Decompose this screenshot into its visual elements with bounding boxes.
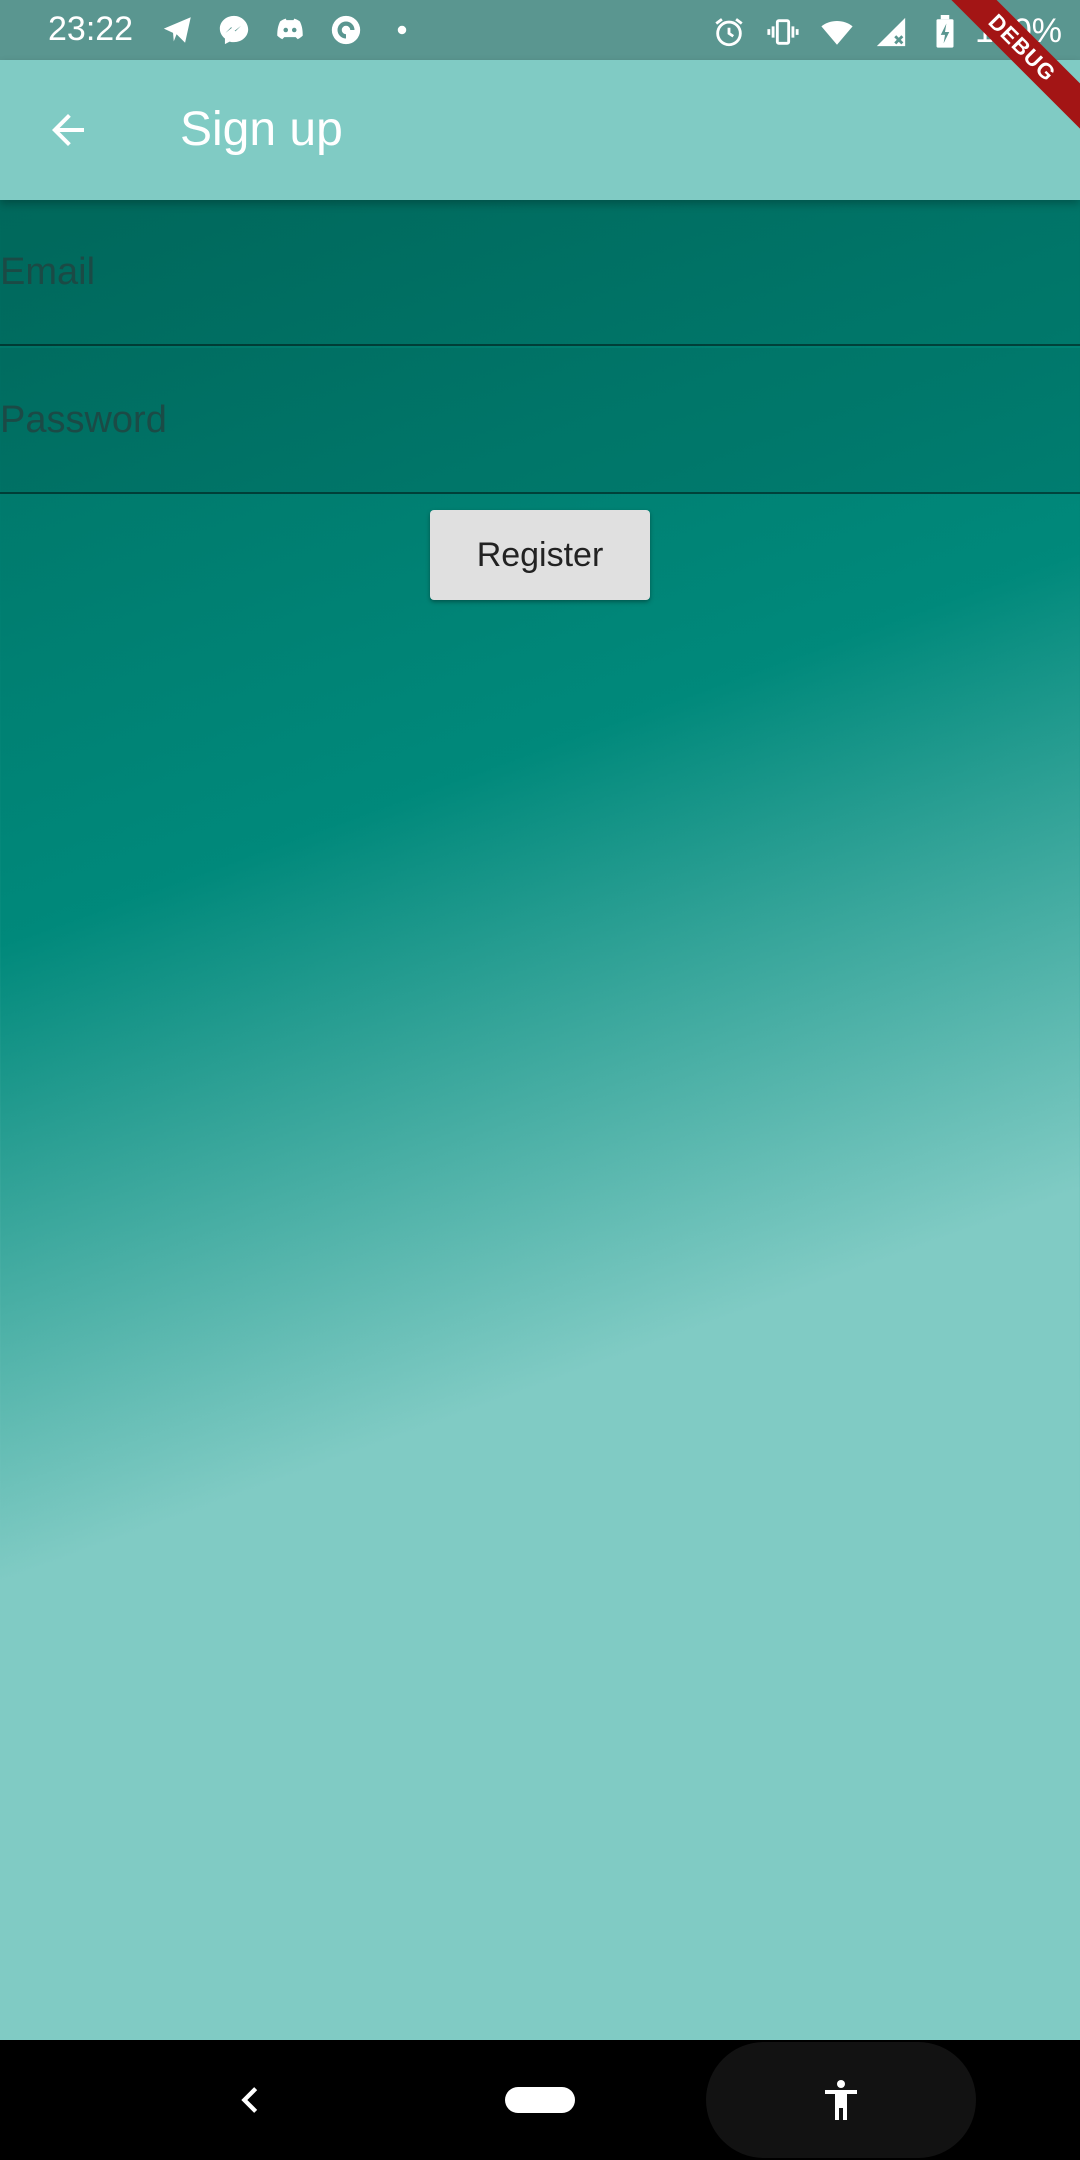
email-field-container bbox=[0, 200, 1080, 346]
home-pill-icon[interactable] bbox=[505, 2087, 575, 2113]
accessibility-icon bbox=[825, 2080, 857, 2120]
notification-icons bbox=[160, 12, 420, 48]
register-button[interactable]: Register bbox=[430, 510, 650, 600]
back-button[interactable] bbox=[38, 100, 98, 160]
password-field-container bbox=[0, 348, 1080, 494]
telegram-icon bbox=[160, 12, 196, 48]
alarm-icon bbox=[711, 14, 747, 50]
nav-back-icon bbox=[241, 2087, 258, 2113]
status-time: 23:22 bbox=[48, 10, 134, 48]
nav-back-button[interactable] bbox=[220, 2070, 280, 2130]
arrow-back-icon bbox=[52, 114, 84, 146]
vibrate-icon bbox=[765, 14, 801, 50]
page-title: Sign up bbox=[180, 103, 343, 156]
more-dot-icon bbox=[384, 12, 420, 48]
app-bar: Sign up bbox=[0, 60, 1080, 200]
navigation-bar bbox=[0, 2040, 1080, 2160]
accessibility-button[interactable] bbox=[706, 2042, 976, 2158]
email-field[interactable] bbox=[0, 200, 1080, 344]
signal-icon bbox=[873, 14, 909, 50]
messenger-icon bbox=[216, 12, 252, 48]
password-field[interactable] bbox=[0, 348, 1080, 492]
status-bar: 23:22 100% bbox=[0, 0, 1080, 60]
discord-icon bbox=[272, 12, 308, 48]
pocket-casts-icon bbox=[328, 12, 364, 48]
wifi-icon bbox=[819, 14, 855, 50]
battery-icon bbox=[927, 14, 963, 50]
